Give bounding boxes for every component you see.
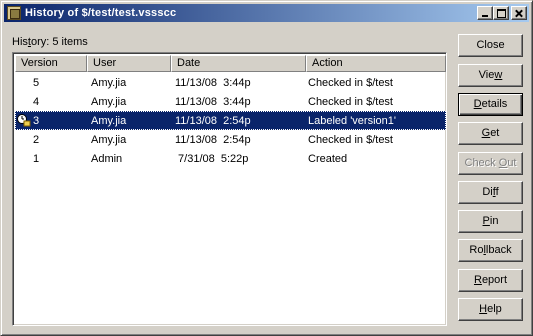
diff-button[interactable]: Diff [458,181,523,204]
cell-action: Created [308,152,348,165]
close-window-button[interactable] [511,6,527,20]
vss-app-icon [7,6,21,20]
report-button-label: eport [481,274,508,286]
cell-user: Amy.jia [91,95,127,108]
report-button-accel: R [473,274,482,286]
get-button[interactable]: Get [458,122,523,145]
cell-action: Checked in $/test [308,133,393,146]
diff-button-label: Di [482,186,493,198]
rollback-button-label: Ro [469,244,484,256]
help-button[interactable]: Help [458,298,523,321]
help-button-accel: H [479,303,488,315]
list-body: 5 Amy.jia 11/13/08 3:44p Checked in $/te… [15,73,446,168]
cell-date: 11/13/08 3:44p [175,76,251,89]
list-row[interactable]: 5 Amy.jia 11/13/08 3:44p Checked in $/te… [15,73,446,92]
column-version[interactable]: Version [15,55,87,72]
check-out-button[interactable]: Check Out [458,152,523,175]
cell-date: 11/13/08 2:54p [175,114,251,127]
details-button-label: etails [481,98,508,110]
list-header: Version User Date Action [15,55,446,72]
view-button-label: Vie [478,69,495,81]
pin-button-accel: P [482,215,490,227]
rollback-button[interactable]: Rollback [458,239,523,262]
cell-date: 7/31/08 5:22p [175,152,249,165]
window-title: History of $/test/test.vssscc [25,7,177,19]
history-label-part: His [12,36,28,48]
cell-version: 5 [33,76,40,89]
report-button[interactable]: Report [458,269,523,292]
history-label-rest: ory: 5 items [30,36,88,48]
cell-date: 11/13/08 2:54p [175,133,251,146]
list-row[interactable]: 1 Admin 7/31/08 5:22p Created [15,149,446,168]
title-bar[interactable]: History of $/test/test.vssscc [4,4,529,22]
cell-user: Amy.jia [91,133,127,146]
history-list[interactable]: Version User Date Action 5 Amy.jia 11/13… [12,52,447,326]
list-row-selected[interactable]: 3 Amy.jia 11/13/08 2:54p Labeled 'versio… [15,111,446,130]
maximize-button[interactable] [493,6,509,20]
check-out-button-label: Check [464,157,499,169]
view-button[interactable]: View [458,64,523,87]
history-count-label: History: 5 items [12,36,88,48]
view-button-accel: w [494,69,503,81]
title-bar-buttons [477,6,527,20]
cell-date: 11/13/08 3:44p [175,95,251,108]
cell-version: 2 [33,133,40,146]
column-action[interactable]: Action [306,55,446,72]
cell-user: Admin [91,152,123,165]
get-button-label: et [490,127,500,139]
pin-button[interactable]: Pin [458,210,523,233]
minimize-button[interactable] [477,6,493,20]
history-dialog: History of $/test/test.vssscc History: 5… [0,0,533,336]
check-out-button-rest: ut [507,157,517,169]
diff-button-rest: f [495,186,499,198]
close-button[interactable]: Close [458,34,523,57]
details-button-accel: D [473,98,482,110]
column-user[interactable]: User [87,55,171,72]
get-button-accel: G [481,127,491,139]
list-row[interactable]: 2 Amy.jia 11/13/08 2:54p Checked in $/te… [15,130,446,149]
cell-version: 4 [33,95,40,108]
cell-user: Amy.jia [91,76,127,89]
rollback-button-rest: lback [485,244,512,256]
cell-action: Checked in $/test [308,76,393,89]
column-date[interactable]: Date [171,55,306,72]
pin-button-label: in [489,215,499,227]
list-row[interactable]: 4 Amy.jia 11/13/08 3:44p Checked in $/te… [15,92,446,111]
cell-action: Labeled 'version1' [308,114,396,127]
cell-version: 1 [33,152,40,165]
close-button-label: Close [476,39,505,51]
cell-user: Amy.jia [91,114,127,127]
details-button[interactable]: Details [458,93,523,116]
help-button-label: elp [487,303,502,315]
cell-action: Checked in $/test [308,95,393,108]
label-icon [17,114,31,127]
